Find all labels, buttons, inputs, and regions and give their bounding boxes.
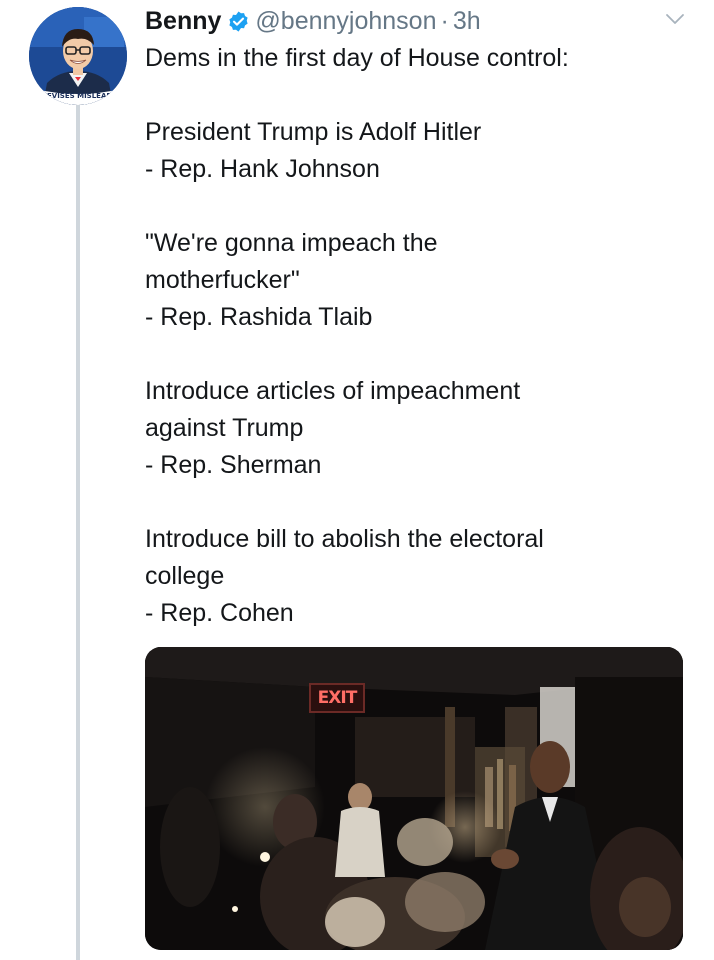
avatar-caption: DEVISES MISLEADI [41,92,115,100]
chevron-down-icon[interactable] [664,8,686,30]
separator-dot: · [440,6,449,35]
text-line: Introduce articles of impeachment [145,377,521,405]
tweet-text: Dems in the first day of House control: … [145,40,705,632]
video-thumbnail[interactable]: EXIT [145,647,683,950]
text-line: Introduce bill to abolish the electoral [145,525,544,553]
text-line: - Rep. Hank Johnson [145,155,380,183]
text-line: college [145,562,225,590]
text-line: - Rep. Sherman [145,451,322,479]
verified-badge-icon [227,10,250,33]
text-paragraph-quote-1: President Trump is Adolf Hitler - Rep. H… [145,114,705,188]
author-handle[interactable]: @bennyjohnson [255,7,436,36]
tweet-header: Benny @bennyjohnson · 3h [145,3,481,39]
text-paragraph-intro: Dems in the first day of House control: [145,40,705,77]
author-name[interactable]: Benny [145,7,221,36]
avatar[interactable]: DEVISES MISLEADI [29,7,127,105]
text-line: against Trump [145,414,304,442]
thread-line [76,96,80,960]
text-line: Dems in the first day of House control: [145,44,569,72]
avatar-image: DEVISES MISLEADI [29,7,127,105]
text-paragraph-quote-4: Introduce bill to abolish the electoral … [145,521,705,632]
text-paragraph-quote-2: "We're gonna impeach the motherfucker" -… [145,225,705,336]
text-line: motherfucker" [145,266,300,294]
text-line: - Rep. Cohen [145,599,294,627]
exit-sign: EXIT [309,683,365,713]
video-frame [145,647,683,950]
text-line: President Trump is Adolf Hitler [145,118,482,146]
text-line: - Rep. Rashida Tlaib [145,303,373,331]
tweet-time[interactable]: 3h [453,7,481,36]
text-paragraph-quote-3: Introduce articles of impeachment agains… [145,373,705,484]
text-line: "We're gonna impeach the [145,229,438,257]
